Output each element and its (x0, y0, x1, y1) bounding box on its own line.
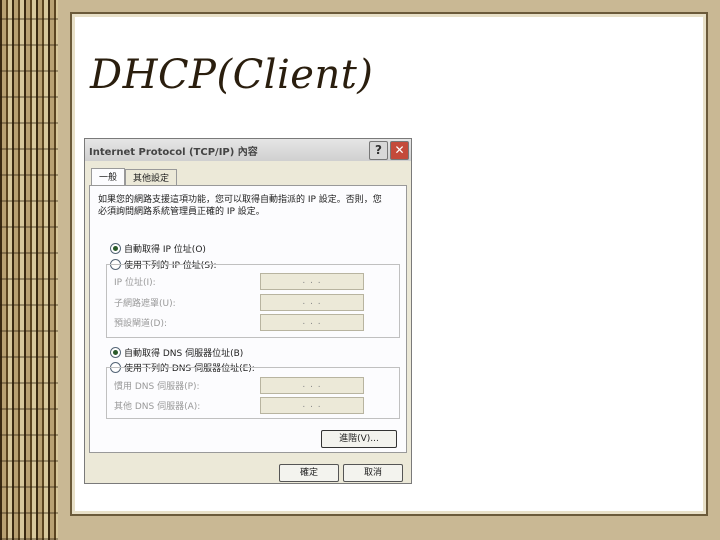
help-icon[interactable]: ? (369, 140, 388, 160)
slide-title: DHCP(Client) (90, 52, 374, 98)
tcpip-properties-dialog: Internet Protocol (TCP/IP) 內容 ? ✕ 一般 其他設… (84, 138, 412, 484)
auto-ip-label: 自動取得 IP 位址(O) (124, 245, 206, 255)
default-gateway-field[interactable]: . . . (260, 314, 364, 331)
description-text: 如果您的網路支援這項功能，您可以取得自動指派的 IP 設定。否則，您必須詢問網路… (98, 195, 382, 217)
ip-address-label: IP 位址(I): (114, 278, 156, 288)
subnet-mask-label: 子網路遮罩(U): (114, 299, 176, 309)
auto-dns-label: 自動取得 DNS 伺服器位址(B) (124, 349, 244, 359)
alternate-dns-label: 其他 DNS 伺服器(A): (114, 402, 201, 412)
dialog-titlebar: Internet Protocol (TCP/IP) 內容 ? ✕ (85, 139, 411, 161)
advanced-button[interactable]: 進階(V)... (321, 430, 397, 448)
close-icon[interactable]: ✕ (390, 140, 409, 160)
dialog-title: Internet Protocol (TCP/IP) 內容 (89, 146, 258, 158)
decorative-border (0, 0, 58, 540)
tab-strip: 一般 其他設定 (91, 168, 178, 187)
cancel-button[interactable]: 取消 (343, 464, 403, 482)
preferred-dns-label: 慣用 DNS 伺服器(P): (114, 382, 200, 392)
ok-button[interactable]: 確定 (279, 464, 339, 482)
ip-address-field[interactable]: . . . (260, 273, 364, 290)
auto-ip-option[interactable]: 自動取得 IP 位址(O) (110, 242, 206, 255)
radio-auto-ip[interactable] (110, 243, 121, 254)
alternate-dns-field[interactable]: . . . (260, 397, 364, 414)
auto-dns-option[interactable]: 自動取得 DNS 伺服器位址(B) (110, 346, 243, 359)
preferred-dns-field[interactable]: . . . (260, 377, 364, 394)
general-panel: 如果您的網路支援這項功能，您可以取得自動指派的 IP 設定。否則，您必須詢問網路… (89, 185, 407, 453)
tab-alternate-config[interactable]: 其他設定 (125, 169, 178, 185)
radio-auto-dns[interactable] (110, 347, 121, 358)
default-gateway-label: 預設閘道(D): (114, 319, 167, 329)
subnet-mask-field[interactable]: . . . (260, 294, 364, 311)
